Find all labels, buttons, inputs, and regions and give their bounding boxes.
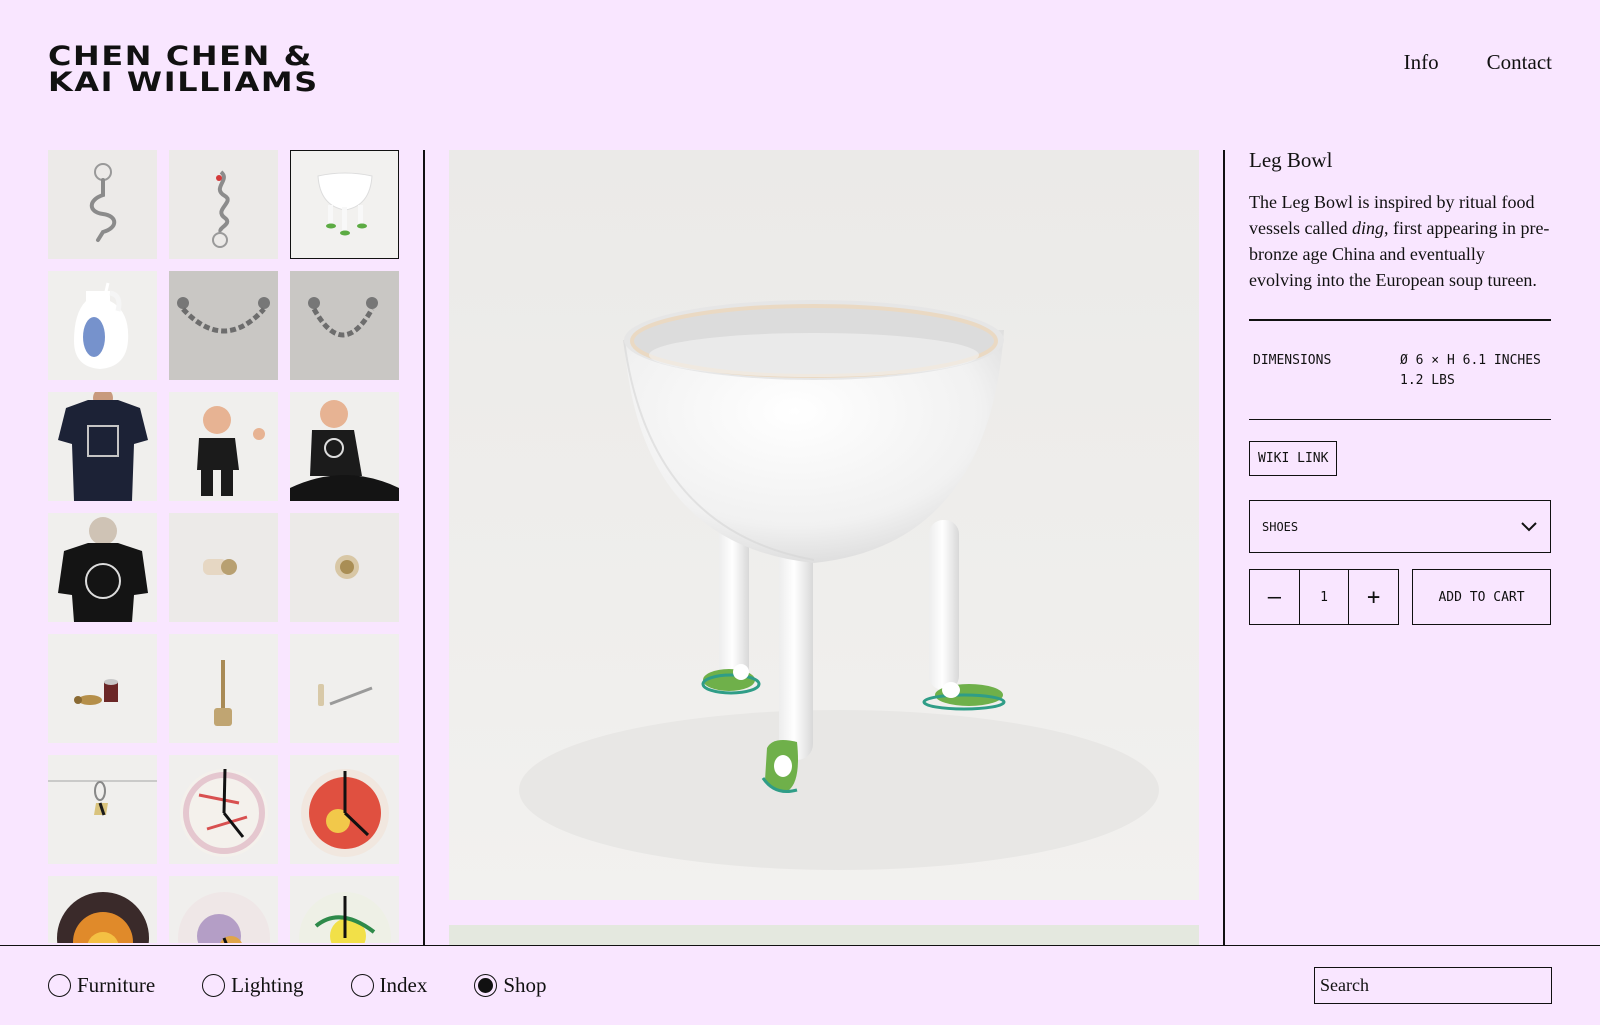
quantity-value[interactable]: 1: [1298, 570, 1349, 624]
product-hero-image: [449, 150, 1199, 900]
thumbnail-black-tshirt[interactable]: [48, 513, 157, 622]
product-thumbnail-grid: [48, 150, 399, 943]
dimensions-row: DIMENSIONS Ø 6 × H 6.1 INCHES 1.2 LBS: [1249, 321, 1551, 419]
category-lighting[interactable]: Lighting: [202, 973, 304, 998]
brand-line-2: KAI WILLIAMS: [48, 67, 319, 98]
category-label: Index: [379, 973, 428, 997]
thumbnail-baby-tee-front[interactable]: [169, 392, 278, 501]
thumbnail-wall-knob-side[interactable]: [169, 513, 278, 622]
thumbnail-leg-bowl[interactable]: [290, 150, 399, 259]
thumbnail-clock-plate-yellow[interactable]: [290, 876, 399, 943]
thumbnail-brass-pins[interactable]: [290, 634, 399, 743]
category-filter: Furniture Lighting Index Shop: [48, 973, 547, 998]
divider-right: [1223, 150, 1225, 946]
nav-info-link[interactable]: Info: [1404, 50, 1439, 75]
product-detail-panel: Leg Bowl The Leg Bowl is inspired by rit…: [1249, 148, 1551, 625]
top-nav: Info Contact: [1404, 50, 1552, 75]
quantity-stepper: — 1 +: [1249, 569, 1399, 625]
divider-left: [423, 150, 425, 946]
thumbnail-wall-knob-front[interactable]: [290, 513, 399, 622]
footer-bar: Furniture Lighting Index Shop: [0, 945, 1600, 1025]
search-input[interactable]: [1314, 967, 1552, 1004]
divider: [1249, 418, 1551, 420]
nav-contact-link[interactable]: Contact: [1487, 50, 1552, 75]
thumbnail-brass-stand[interactable]: [169, 634, 278, 743]
thumbnail-clock-plate-dark[interactable]: [48, 876, 157, 943]
thumbnail-clock-plate-purple[interactable]: [169, 876, 278, 943]
thumbnail-clock-plate-red[interactable]: [290, 755, 399, 864]
add-to-cart-button[interactable]: ADD TO CART: [1412, 569, 1551, 625]
description-emphasis: ding: [1351, 218, 1384, 238]
category-shop[interactable]: Shop: [474, 973, 547, 998]
radio-icon[interactable]: [48, 974, 71, 997]
category-label: Lighting: [231, 973, 304, 997]
thumbnail-baby-tee-back[interactable]: [290, 392, 399, 501]
category-label: Furniture: [77, 973, 156, 997]
radio-icon[interactable]: [202, 974, 226, 997]
purchase-row: — 1 + ADD TO CART: [1249, 569, 1551, 625]
dimensions-label: DIMENSIONS: [1253, 352, 1332, 368]
dimensions-value: Ø 6 × H 6.1 INCHES 1.2 LBS: [1400, 352, 1541, 388]
radio-selected-icon[interactable]: [474, 974, 498, 997]
category-index[interactable]: Index: [350, 973, 428, 998]
category-furniture[interactable]: Furniture: [48, 973, 155, 998]
quantity-increase-button[interactable]: +: [1348, 570, 1398, 624]
variant-select[interactable]: SHOES: [1249, 500, 1551, 553]
thumbnail-vase-brush[interactable]: [48, 271, 157, 380]
wiki-link-button[interactable]: WIKI LINK: [1249, 441, 1338, 476]
thumbnail-chain-hook-1[interactable]: [169, 271, 278, 380]
thumbnail-wire-keychain[interactable]: [48, 755, 157, 864]
variant-select-value: SHOES: [1262, 519, 1299, 534]
quantity-decrease-button[interactable]: —: [1250, 570, 1299, 624]
product-description: The Leg Bowl is inspired by ritual food …: [1249, 189, 1551, 293]
thumbnail-chain-hook-2[interactable]: [290, 271, 399, 380]
category-label: Shop: [503, 973, 547, 997]
thumbnail-brass-candle[interactable]: [48, 634, 157, 743]
chevron-down-icon: [1521, 521, 1537, 531]
thumbnail-keychain-s-hook[interactable]: [48, 150, 157, 259]
thumbnail-keychain-twisted[interactable]: [169, 150, 278, 259]
thumbnail-clock-plate-white[interactable]: [169, 755, 278, 864]
brand-logo[interactable]: CHEN CHEN & KAI WILLIAMS: [48, 43, 319, 98]
radio-icon[interactable]: [350, 974, 374, 997]
thumbnail-navy-tshirt[interactable]: [48, 392, 157, 501]
product-title: Leg Bowl: [1249, 148, 1333, 172]
